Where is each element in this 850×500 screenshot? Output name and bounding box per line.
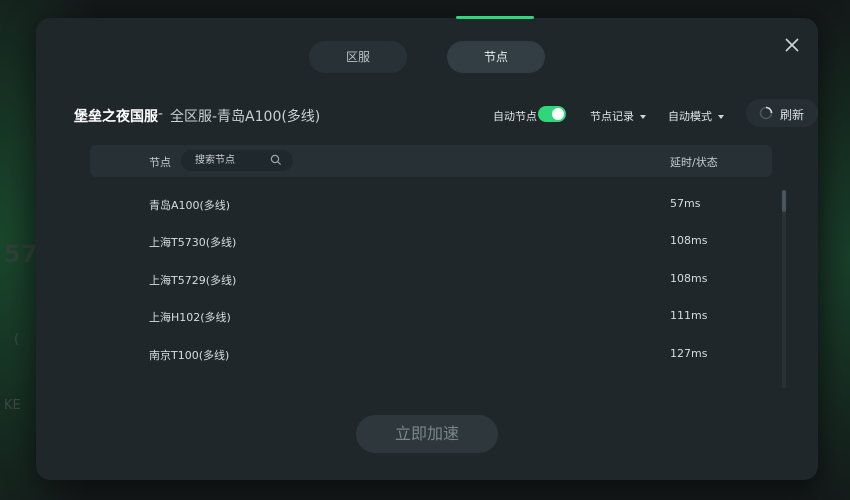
chevron-down-icon (640, 115, 646, 119)
node-history-label: 节点记录 (590, 110, 634, 123)
background-text: ( (14, 332, 20, 347)
node-history-dropdown[interactable]: 节点记录 (590, 108, 646, 124)
node-latency: 108ms (670, 234, 708, 247)
refresh-button[interactable]: 刷新 (746, 99, 818, 127)
tab-node[interactable]: 节点 (447, 41, 545, 73)
refresh-label: 刷新 (780, 108, 805, 122)
chevron-down-icon (718, 115, 724, 119)
toggle-knob (552, 108, 564, 120)
node-name: 上海T5730(多线) (149, 236, 237, 249)
refresh-spinner-icon (759, 106, 773, 120)
dialog-accent-bar (456, 16, 534, 19)
server-path: 全区服-青岛A100(多线) (170, 109, 321, 125)
auto-mode-dropdown[interactable]: 自动模式 (668, 108, 724, 124)
node-name: 青岛A100(多线) (149, 199, 231, 212)
tab-bar: 区服 节点 (36, 41, 818, 73)
background-text: KE (4, 398, 21, 413)
search-box (181, 150, 293, 171)
auto-node-toggle[interactable] (538, 106, 566, 122)
node-latency: 111ms (670, 309, 708, 322)
tab-server-region[interactable]: 区服 (309, 41, 407, 73)
header-separator: - (158, 106, 164, 122)
node-latency: 127ms (670, 347, 708, 360)
scrollbar-track[interactable] (782, 190, 786, 388)
game-name: 堡垒之夜国服 (74, 109, 158, 125)
node-row[interactable]: 上海T5730(多线) 108ms (90, 223, 772, 260)
column-header-node: 节点 (149, 156, 171, 169)
search-input[interactable] (195, 153, 265, 168)
node-latency: 57ms (670, 197, 701, 210)
node-name: 上海T5729(多线) (149, 274, 237, 287)
node-latency: 108ms (670, 272, 708, 285)
node-row[interactable]: 南京T100(多线) 127ms (90, 336, 772, 373)
node-row[interactable]: 上海T5729(多线) 108ms (90, 261, 772, 298)
node-name: 南京T100(多线) (149, 349, 230, 362)
accelerate-button[interactable]: 立即加速 (356, 415, 498, 453)
node-list: 青岛A100(多线) 57ms 上海T5730(多线) 108ms 上海T572… (90, 186, 772, 391)
node-row[interactable]: 上海H102(多线) 111ms (90, 298, 772, 335)
auto-mode-label: 自动模式 (668, 110, 712, 123)
node-select-dialog: 区服 节点 堡垒之夜国服 - 全区服-青岛A100(多线) 自动节点 节点记录 … (36, 16, 818, 480)
background-number: 57 (4, 240, 38, 268)
search-icon[interactable] (270, 154, 282, 166)
column-header-latency: 延时/状态 (670, 156, 718, 169)
scrollbar-thumb[interactable] (782, 190, 786, 212)
node-row[interactable]: 青岛A100(多线) 57ms (90, 186, 772, 223)
table-header: 节点 延时/状态 (90, 145, 772, 177)
header-row: 堡垒之夜国服 - 全区服-青岛A100(多线) 自动节点 节点记录 自动模式 刷… (74, 99, 818, 128)
node-name: 上海H102(多线) (149, 311, 231, 324)
auto-node-label: 自动节点 (493, 110, 537, 123)
